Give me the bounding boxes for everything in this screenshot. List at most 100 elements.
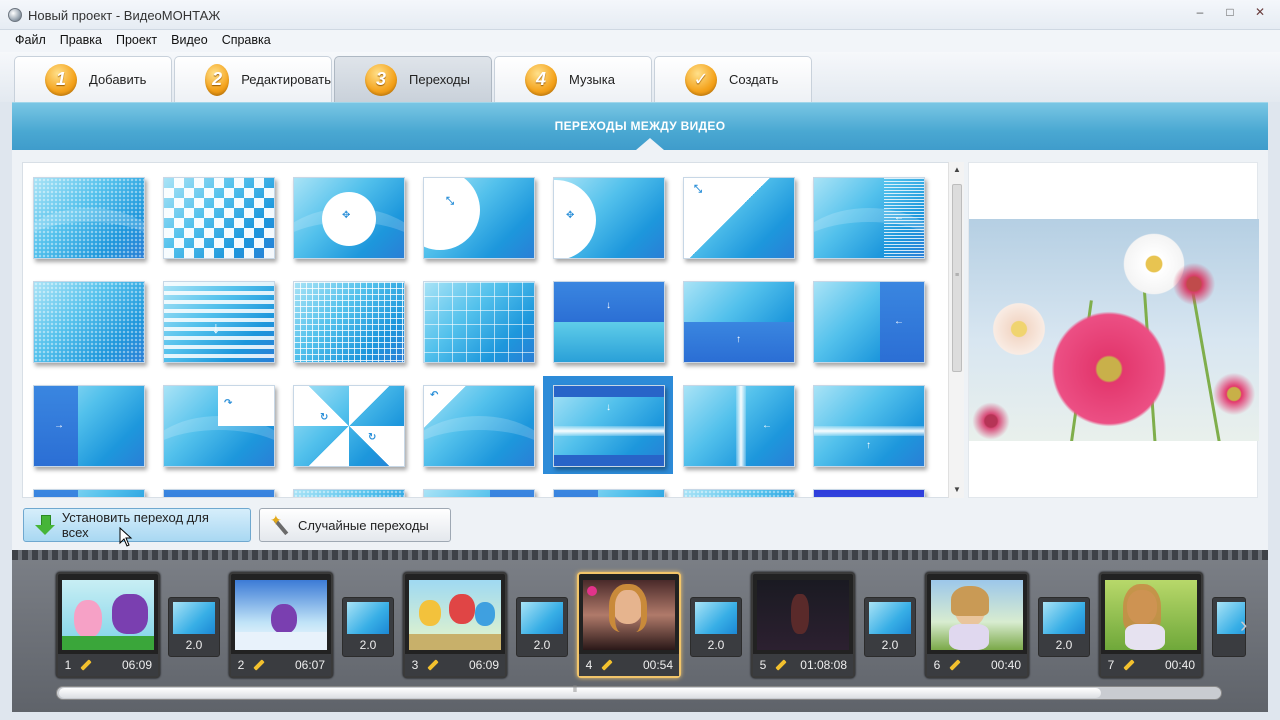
step-tabs: 1 Добавить 2 Редактировать 3 Переходы 4 … [0,52,1280,102]
clip-thumbnail [583,580,675,650]
transition-thumb[interactable]: ← [813,281,925,363]
transition-thumb[interactable]: ↓ [553,281,665,363]
app-icon [8,8,22,22]
transition-thumb[interactable]: ↑ [813,385,925,467]
tab-label: Создать [729,72,779,87]
clip-thumbnail [1105,580,1197,650]
transition-thumb[interactable]: ↻ ↻ [293,385,405,467]
clip-index: 7 [1107,658,1115,672]
timeline-transition[interactable]: 2.0 [690,597,742,657]
timeline-transition[interactable]: 2.0 [1038,597,1090,657]
transition-duration: 2.0 [881,638,899,652]
transition-thumb[interactable]: ⤡ [423,177,535,259]
transition-thumb[interactable] [163,489,275,497]
mouse-cursor-icon [119,527,133,547]
timeline-transition[interactable]: 2.0 [342,597,394,657]
transition-thumb[interactable] [423,281,535,363]
section-header: ПЕРЕХОДЫ МЕЖДУ ВИДЕО [12,102,1268,150]
rotate-arrows-icon: ↻ [320,412,329,423]
random-transitions-button[interactable]: Случайные переходы [259,508,451,542]
close-button[interactable]: ✕ [1246,2,1274,20]
transition-thumb[interactable]: ✥ [553,177,665,259]
transition-thumb[interactable]: ↑ [683,281,795,363]
pencil-icon[interactable] [599,658,615,672]
transition-thumb-selected[interactable]: ↓ [553,385,665,467]
window-controls: – □ ✕ [1186,2,1274,20]
curved-arrow-icon: ↷ [224,398,233,409]
maximize-button[interactable]: □ [1216,2,1244,20]
pencil-icon[interactable] [251,658,267,672]
transition-thumb[interactable] [293,281,405,363]
timeline-clip[interactable]: 3 06:09 [403,572,507,678]
minimize-button[interactable]: – [1186,2,1214,20]
transition-thumb[interactable] [33,489,145,497]
transition-thumb[interactable]: ↷ [163,385,275,467]
curved-arrow-icon: ↶ [430,390,439,401]
clip-thumbnail [757,580,849,650]
transition-thumb[interactable]: → [33,385,145,467]
pencil-icon[interactable] [1121,658,1137,672]
tab-music[interactable]: 4 Музыка [494,56,652,102]
grip-icon: ⦀ [573,684,577,694]
transition-thumb[interactable] [293,489,405,497]
transition-thumb[interactable] [163,177,275,259]
scroll-down-icon[interactable]: ▼ [949,482,965,498]
menu-help[interactable]: Справка [215,30,278,52]
transition-thumb[interactable]: ✥ [293,177,405,259]
clip-index: 1 [64,658,72,672]
transition-thumb[interactable] [33,177,145,259]
transition-thumb[interactable]: ↶ [423,385,535,467]
scroll-up-icon[interactable]: ▲ [949,162,965,178]
pencil-icon[interactable] [425,658,441,672]
timeline-clip[interactable]: 7 00:40 [1099,572,1203,678]
transition-thumb[interactable] [423,489,535,497]
step-badge-icon: 1 [45,63,77,96]
transition-thumb[interactable]: ⤡ [683,177,795,259]
transition-duration: 2.0 [533,638,551,652]
timeline-clip-active[interactable]: 4 00:54 [577,572,681,678]
tab-add[interactable]: 1 Добавить [14,56,172,102]
transition-thumb[interactable]: ← [813,177,925,259]
grid-scrollbar[interactable]: ▲ ≡ ▼ [948,162,964,498]
timeline-transition[interactable]: 2.0 [864,597,916,657]
menu-project[interactable]: Проект [109,30,164,52]
apply-to-all-button[interactable]: Установить переход для всех [23,508,251,542]
timeline-clip[interactable]: 2 06:07 [229,572,333,678]
transition-thumb[interactable]: ↓ [163,281,275,363]
transition-thumb[interactable] [813,489,925,497]
menu-video[interactable]: Видео [164,30,215,52]
diagonal-arrows-icon: ⤡ [446,196,454,207]
menu-file[interactable]: Файл [8,30,53,52]
vertical-arrows-icon: ✥ [566,210,575,221]
section-title: ПЕРЕХОДЫ МЕЖДУ ВИДЕО [554,119,726,133]
timeline-transition[interactable]: 2.0 [168,597,220,657]
pencil-icon[interactable] [773,658,789,672]
transition-thumb[interactable] [33,281,145,363]
clip-info-bar: 5 01:08:08 [753,654,853,676]
tab-create[interactable]: ✓ Создать [654,56,812,102]
clip-thumbnail [931,580,1023,650]
timeline-clip[interactable]: 6 00:40 [925,572,1029,678]
transition-thumb[interactable]: ← [683,385,795,467]
tab-transitions[interactable]: 3 Переходы [334,56,492,102]
menu-edit[interactable]: Правка [53,30,109,52]
pencil-icon[interactable] [947,658,963,672]
timeline-scroll-thumb[interactable] [59,688,1101,698]
timeline-scrollbar[interactable]: ⦀ [56,684,1222,700]
pencil-icon[interactable] [78,658,94,672]
transition-thumbnail [521,602,563,634]
transition-thumb[interactable] [553,489,665,497]
tab-label: Добавить [89,72,147,87]
arrow-left-icon: ← [762,420,772,431]
timeline-clip[interactable]: 5 01:08:08 [751,572,855,678]
chevron-right-icon[interactable]: › [1240,612,1247,638]
timeline-clip[interactable]: 1 06:09 [56,572,160,678]
rotate-arrows-icon: ↻ [368,432,377,443]
arrow-down-icon [34,514,56,536]
transition-duration: 2.0 [1055,638,1073,652]
tab-edit[interactable]: 2 Редактировать [174,56,332,102]
timeline-transition[interactable]: 2.0 [516,597,568,657]
arrow-right-icon: → [54,420,64,431]
transition-thumb[interactable] [683,489,795,497]
clip-duration: 06:07 [294,658,325,672]
